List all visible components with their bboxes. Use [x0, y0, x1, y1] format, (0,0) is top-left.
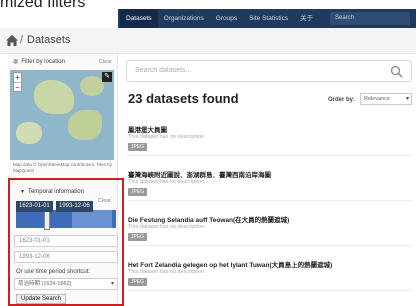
- format-badge: JPEG: [128, 188, 148, 196]
- temporal-clear-link[interactable]: Clear: [98, 198, 111, 204]
- top-navbar: Datasets Organizations Groups Site Stati…: [0, 9, 416, 28]
- range-end-chip: 1993-12-06: [56, 201, 93, 212]
- map-credit: Map data © OpenStreetMap contributors, T…: [13, 162, 112, 173]
- dataset-description: This dataset has no description: [128, 269, 205, 275]
- location-filter-heading: ◍ Filter by location Clear: [8, 56, 118, 68]
- main-nav: Datasets Organizations Groups Site Stati…: [120, 9, 319, 28]
- dataset-title-link[interactable]: 鳳港堡大員圖: [128, 124, 167, 134]
- format-badge: JPEG: [128, 278, 148, 286]
- format-badge: JPEG: [128, 233, 148, 241]
- nav-organizations[interactable]: Organizations: [158, 9, 210, 28]
- nav-groups[interactable]: Groups: [210, 9, 243, 28]
- dataset-description: This dataset has no description: [128, 179, 205, 185]
- breadcrumb: / Datasets: [0, 28, 416, 54]
- dataset-description: This dataset has no description: [128, 134, 205, 140]
- page-title[interactable]: Datasets: [27, 34, 70, 46]
- results-count: 23 datasets found: [128, 91, 239, 106]
- top-search-input[interactable]: Search: [330, 12, 410, 25]
- dataset-title-link[interactable]: Die Festung Selandia auff Teowan(在大員的熱蘭遮…: [128, 214, 289, 224]
- map-zoom-control: + −: [13, 72, 22, 92]
- update-search-button[interactable]: Update Search: [16, 294, 67, 304]
- shortcut-label: Or use time period shortcut:: [16, 269, 91, 275]
- dataset-search-input[interactable]: Search datasets...: [126, 60, 412, 82]
- location-map[interactable]: [10, 70, 114, 160]
- location-clear-link[interactable]: Clear: [99, 56, 112, 68]
- format-badge: JPEG: [128, 143, 148, 151]
- time-range-fill: [72, 210, 112, 228]
- dataset-title-link[interactable]: Het Fort Zelandia gelegen op het lylant …: [128, 259, 332, 269]
- results-list: 鳳港堡大員圖 This dataset has no description J…: [128, 118, 412, 298]
- zoom-out-button[interactable]: −: [14, 82, 21, 92]
- range-start-chip: 1623-01-01: [16, 201, 53, 212]
- logo-area: [0, 9, 118, 28]
- order-by-select[interactable]: Relevance ▾: [360, 93, 412, 105]
- dataset-description: This dataset has no description: [128, 224, 205, 230]
- home-icon[interactable]: [6, 35, 18, 46]
- zoom-in-button[interactable]: +: [14, 73, 21, 82]
- chevron-down-icon: ▾: [110, 281, 114, 287]
- temporal-filter-heading: ▼ Temporal information: [20, 189, 84, 195]
- list-item: 臺灣海峽附近圖說．澎湖群島．臺灣西南沿岸海圖 This dataset has …: [128, 163, 412, 201]
- globe-icon: ◍: [13, 59, 19, 65]
- draw-area-button[interactable]: ✎: [102, 72, 112, 82]
- breadcrumb-separator: /: [20, 34, 24, 46]
- order-by-label: Order by:: [328, 97, 356, 103]
- nav-site-statistics[interactable]: Site Statistics: [243, 9, 294, 28]
- period-shortcut-select[interactable]: 荷治時期 (1624-1662) ▾: [14, 278, 118, 290]
- list-item: 鳳港堡大員圖 This dataset has no description J…: [128, 118, 412, 156]
- nav-about[interactable]: 关于: [294, 9, 319, 28]
- list-item: Die Festung Selandia auff Teowan(在大員的熱蘭遮…: [128, 208, 412, 246]
- chevron-down-icon: ▾: [405, 96, 409, 102]
- search-icon[interactable]: [390, 65, 403, 78]
- start-date-field[interactable]: 1623-01-01: [14, 235, 118, 247]
- dataset-title-link[interactable]: 臺灣海峽附近圖說．澎湖群島．臺灣西南沿岸海圖: [128, 169, 271, 179]
- list-item: Het Fort Zelandia gelegen op het lylant …: [128, 253, 412, 291]
- end-date-field[interactable]: 1993-12-06: [14, 251, 118, 263]
- nav-datasets[interactable]: Datasets: [120, 9, 158, 28]
- collapse-triangle-icon[interactable]: ▼: [20, 189, 25, 195]
